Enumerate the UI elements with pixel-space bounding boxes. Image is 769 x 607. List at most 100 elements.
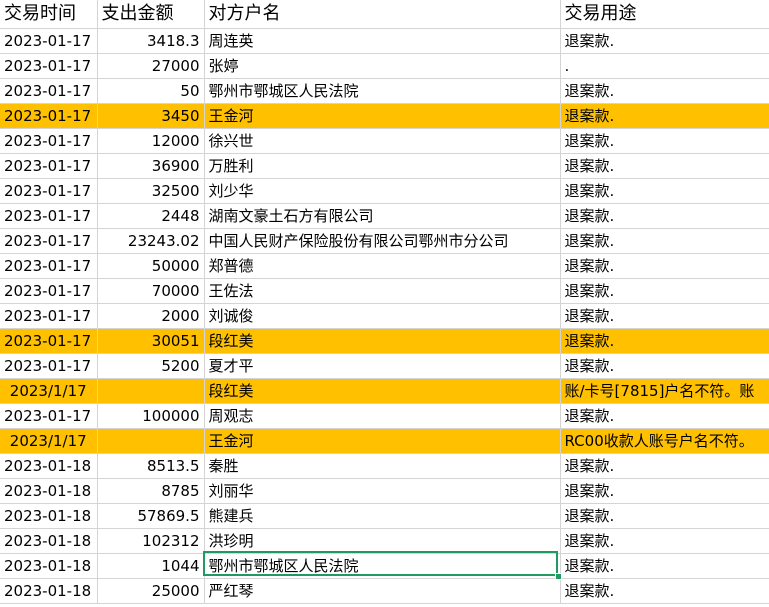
cell-name[interactable]: 鄂州市鄂城区人民法院 [204, 553, 561, 579]
cell-name[interactable]: 湖南文豪土石方有限公司 [204, 203, 561, 229]
header-cell[interactable]: 交易时间 [0, 0, 98, 29]
cell-time[interactable]: 2023-01-17 [0, 278, 98, 304]
cell-purpose[interactable]: 退案款. [560, 528, 769, 554]
cell-time[interactable]: 2023/1/17 [0, 428, 98, 454]
cell-time[interactable]: 2023-01-18 [0, 478, 98, 504]
cell-purpose[interactable]: 退案款. [560, 28, 769, 54]
cell-time[interactable]: 2023-01-18 [0, 453, 98, 479]
cell-name[interactable]: 周观志 [204, 403, 561, 429]
cell-time[interactable]: 2023-01-17 [0, 328, 98, 354]
cell-name[interactable]: 王佐法 [204, 278, 561, 304]
cell-purpose[interactable]: 退案款. [560, 503, 769, 529]
cell-amount[interactable]: 8785 [97, 478, 205, 504]
table-row: 2023-01-18 102312 洪珍明 退案款. [0, 528, 769, 554]
cell-name[interactable]: 王金河 [204, 428, 561, 454]
cell-name[interactable]: 郑普德 [204, 253, 561, 279]
cell-amount[interactable]: 50 [97, 78, 205, 104]
cell-amount[interactable]: 27000 [97, 53, 205, 79]
cell-name[interactable]: 刘诚俊 [204, 303, 561, 329]
cell-name[interactable]: 严红琴 [204, 578, 561, 604]
cell-name[interactable]: 段红美 [204, 328, 561, 354]
fill-handle[interactable] [555, 573, 562, 580]
cell-amount[interactable]: 23243.02 [97, 228, 205, 254]
cell-name[interactable]: 刘丽华 [204, 478, 561, 504]
cell-name[interactable]: 秦胜 [204, 453, 561, 479]
cell-purpose[interactable]: 退案款. [560, 103, 769, 129]
cell-time[interactable]: 2023-01-18 [0, 503, 98, 529]
cell-time[interactable]: 2023/1/17 [0, 378, 98, 404]
cell-time[interactable]: 2023-01-18 [0, 578, 98, 604]
cell-time[interactable]: 2023-01-17 [0, 78, 98, 104]
cell-purpose[interactable]: 退案款. [560, 453, 769, 479]
cell-amount[interactable]: 30051 [97, 328, 205, 354]
cell-name[interactable]: 徐兴世 [204, 128, 561, 154]
cell-time[interactable]: 2023-01-17 [0, 153, 98, 179]
cell-amount[interactable]: 1044 [97, 553, 205, 579]
cell-time[interactable]: 2023-01-17 [0, 178, 98, 204]
cell-amount[interactable]: 32500 [97, 178, 205, 204]
cell-purpose[interactable]: 退案款. [560, 278, 769, 304]
cell-purpose[interactable]: 退案款. [560, 253, 769, 279]
cell-purpose[interactable]: . [560, 53, 769, 79]
cell-time[interactable]: 2023-01-17 [0, 228, 98, 254]
cell-time[interactable]: 2023-01-17 [0, 253, 98, 279]
cell-purpose[interactable]: 退案款. [560, 353, 769, 379]
cell-name[interactable]: 刘少华 [204, 178, 561, 204]
cell-name[interactable]: 鄂州市鄂城区人民法院 [204, 78, 561, 104]
cell-amount[interactable]: 12000 [97, 128, 205, 154]
cell-time[interactable]: 2023-01-17 [0, 203, 98, 229]
cell-name[interactable]: 周连英 [204, 28, 561, 54]
cell-amount[interactable] [97, 428, 205, 454]
cell-amount[interactable]: 25000 [97, 578, 205, 604]
cell-purpose[interactable]: 退案款. [560, 128, 769, 154]
header-cell[interactable]: 对方户名 [204, 0, 561, 29]
cell-amount[interactable]: 2448 [97, 203, 205, 229]
cell-amount[interactable]: 102312 [97, 528, 205, 554]
cell-time[interactable]: 2023-01-17 [0, 303, 98, 329]
cell-name[interactable]: 中国人民财产保险股份有限公司鄂州市分公司 [204, 228, 561, 254]
cell-amount[interactable]: 50000 [97, 253, 205, 279]
cell-time[interactable]: 2023-01-18 [0, 553, 98, 579]
cell-amount[interactable]: 57869.5 [97, 503, 205, 529]
table-row: 2023-01-17 100000 周观志 退案款. [0, 403, 769, 429]
cell-time[interactable]: 2023-01-17 [0, 128, 98, 154]
cell-amount[interactable] [97, 378, 205, 404]
cell-purpose[interactable]: 退案款. [560, 403, 769, 429]
cell-name[interactable]: 万胜利 [204, 153, 561, 179]
cell-name[interactable]: 夏才平 [204, 353, 561, 379]
cell-purpose[interactable]: 退案款. [560, 328, 769, 354]
cell-name[interactable]: 段红美 [204, 378, 561, 404]
cell-amount[interactable]: 3450 [97, 103, 205, 129]
cell-purpose[interactable]: RC00收款人账号户名不符。 [560, 428, 769, 454]
cell-name[interactable]: 洪珍明 [204, 528, 561, 554]
cell-amount[interactable]: 3418.3 [97, 28, 205, 54]
cell-time[interactable]: 2023-01-17 [0, 353, 98, 379]
header-cell[interactable]: 支出金额 [97, 0, 205, 29]
cell-amount[interactable]: 70000 [97, 278, 205, 304]
header-cell[interactable]: 交易用途 [560, 0, 769, 29]
cell-amount[interactable]: 100000 [97, 403, 205, 429]
cell-purpose[interactable]: 退案款. [560, 203, 769, 229]
cell-purpose[interactable]: 账/卡号[7815]户名不符。账 [560, 378, 769, 404]
cell-purpose[interactable]: 退案款. [560, 478, 769, 504]
cell-time[interactable]: 2023-01-17 [0, 403, 98, 429]
cell-amount[interactable]: 36900 [97, 153, 205, 179]
cell-time[interactable]: 2023-01-17 [0, 103, 98, 129]
cell-purpose[interactable]: 退案款. [560, 303, 769, 329]
cell-name[interactable]: 熊建兵 [204, 503, 561, 529]
cell-time[interactable]: 2023-01-17 [0, 28, 98, 54]
cell-amount[interactable]: 5200 [97, 353, 205, 379]
cell-amount[interactable]: 2000 [97, 303, 205, 329]
cell-time[interactable]: 2023-01-17 [0, 53, 98, 79]
table-row: 2023-01-17 2448 湖南文豪土石方有限公司 退案款. [0, 203, 769, 229]
cell-amount[interactable]: 8513.5 [97, 453, 205, 479]
cell-purpose[interactable]: 退案款. [560, 178, 769, 204]
cell-purpose[interactable]: 退案款. [560, 553, 769, 579]
cell-purpose[interactable]: 退案款. [560, 78, 769, 104]
cell-purpose[interactable]: 退案款. [560, 153, 769, 179]
cell-name[interactable]: 王金河 [204, 103, 561, 129]
cell-name[interactable]: 张婷 [204, 53, 561, 79]
cell-purpose[interactable]: 退案款. [560, 228, 769, 254]
cell-purpose[interactable]: 退案款. [560, 578, 769, 604]
cell-time[interactable]: 2023-01-18 [0, 528, 98, 554]
